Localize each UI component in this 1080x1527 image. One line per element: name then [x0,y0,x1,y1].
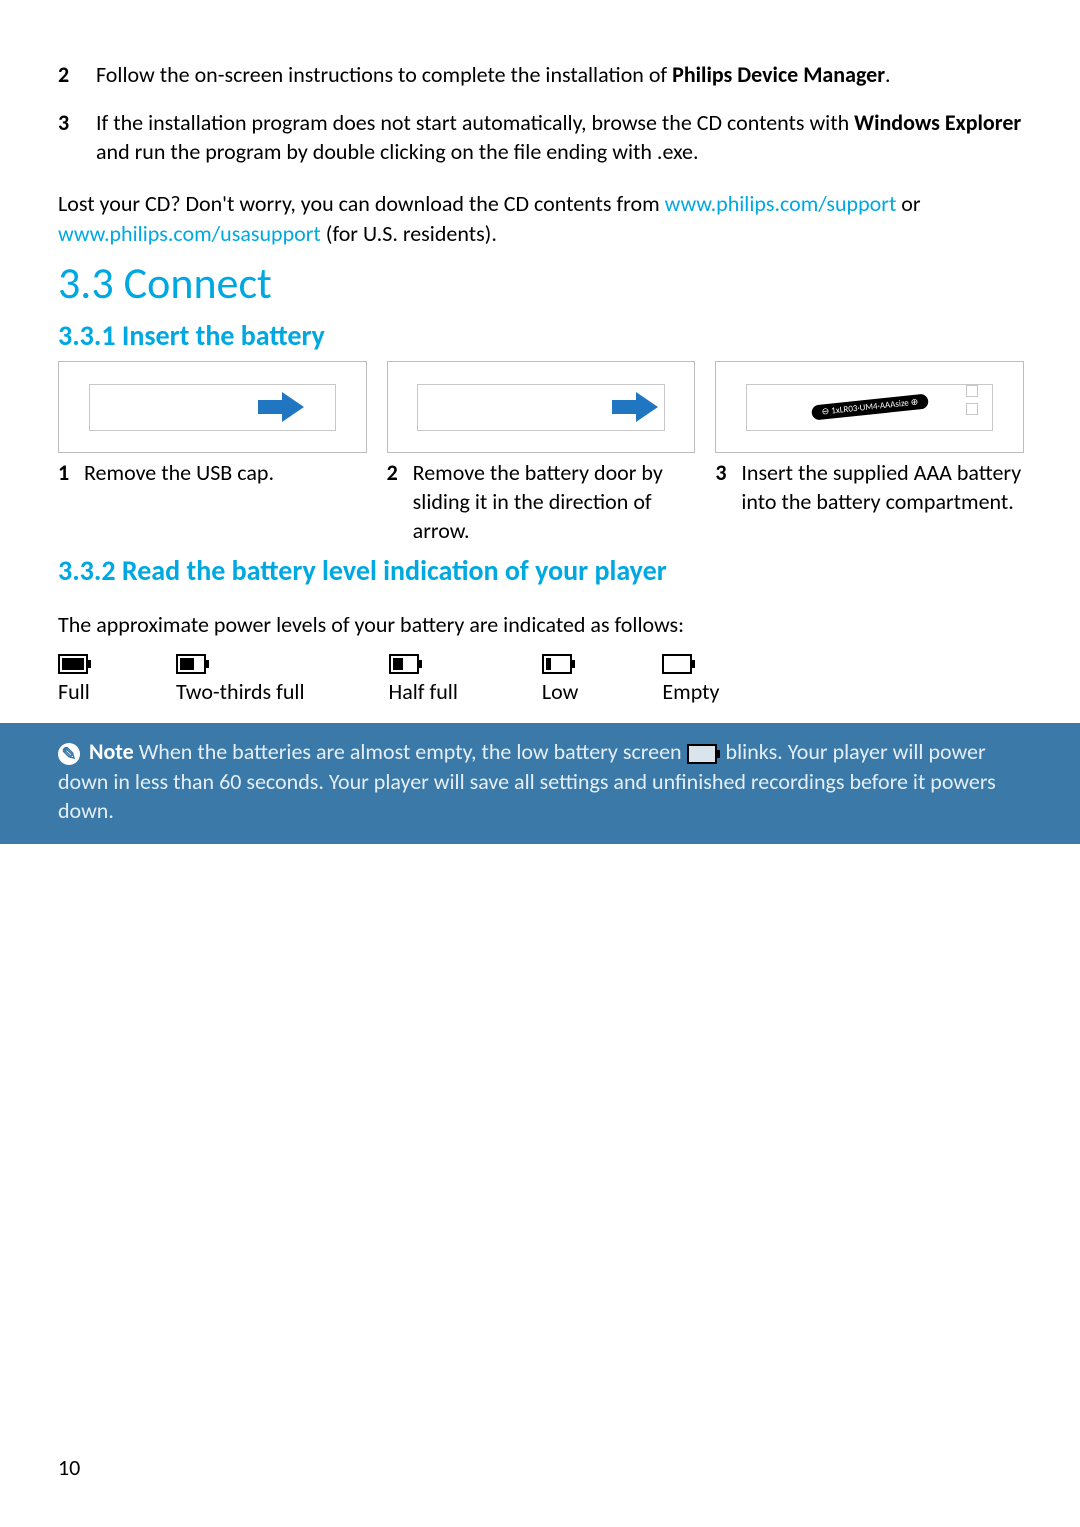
caption-text: Remove the USB cap. [84,459,274,488]
caption-text: Insert the supplied AAA battery into the… [741,459,1022,516]
note-label: Note [89,738,134,765]
battery-two-thirds-icon [176,654,210,674]
text-bold: Windows Explorer [854,109,1021,136]
step-text: If the installation program does not sta… [96,108,1022,167]
step-number: 2 [58,60,78,90]
levels-intro: The approximate power levels of your bat… [58,610,1022,640]
figure-caption-3: 3 Insert the supplied AAA battery into t… [715,459,1022,516]
battery-empty-icon [662,654,696,674]
text-segment: and run the program by double clicking o… [96,138,699,165]
level-full: Full [58,654,92,705]
subsection-insert-battery: 3.3.1 Insert the battery [58,318,1022,353]
note-box: ✎ Note When the batteries are almost emp… [0,723,1080,844]
arrow-right-icon [258,392,304,422]
figure-battery-door [387,361,696,453]
install-step-3: 3 If the installation program does not s… [58,108,1022,167]
battery-full-icon [58,654,92,674]
level-label: Empty [662,678,719,705]
subsection-battery-level: 3.3.2 Read the battery level indication … [58,553,1022,588]
level-label: Two-thirds full [176,678,305,705]
step-text: Follow the on-screen instructions to com… [96,60,891,90]
level-label: Half full [389,678,458,705]
text-segment: Lost your CD? Don't worry, you can downl… [58,190,665,217]
figure-row: 1 Remove the USB cap. 2 Remove the batte… [58,361,1022,545]
figure-cell-1: 1 Remove the USB cap. [58,361,365,488]
text-segment: Follow the on-screen instructions to com… [96,61,672,88]
note-text-pre: When the batteries are almost empty, the… [134,738,687,765]
support-link-2[interactable]: www.philips.com/usasupport [58,220,321,247]
caption-number: 2 [387,459,401,545]
text-segment: If the installation program does not sta… [96,109,854,136]
battery-half-icon [389,654,423,674]
text-segment: or [896,190,920,217]
text-segment: (for U.S. residents). [321,220,497,247]
text-bold: Philips Device Manager [672,61,885,88]
battery-levels-row: Full Two-thirds full Half full [58,654,1022,705]
install-step-2: 2 Follow the on-screen instructions to c… [58,60,1022,90]
step-number: 3 [58,108,78,167]
battery-label: ⊖ 1xLR03·UM4·AAAsize ⊕ [811,394,929,421]
battery-blink-icon [687,744,721,764]
polarity-icons [966,385,978,415]
caption-number: 1 [58,459,72,488]
caption-text: Remove the battery door by sliding it in… [413,459,694,545]
level-low: Low [542,654,579,705]
level-label: Low [542,678,579,705]
figure-cell-2: 2 Remove the battery door by sliding it … [387,361,694,545]
level-half: Half full [389,654,458,705]
support-link-1[interactable]: www.philips.com/support [665,190,897,217]
level-label: Full [58,678,92,705]
lost-cd-paragraph: Lost your CD? Don't worry, you can downl… [58,189,1022,248]
figure-cell-3: ⊖ 1xLR03·UM4·AAAsize ⊕ 3 Insert the supp… [715,361,1022,516]
section-heading-connect: 3.3 Connect [58,256,1022,310]
figure-usb-cap [58,361,367,453]
note-icon: ✎ [58,743,80,765]
figure-caption-1: 1 Remove the USB cap. [58,459,365,488]
level-two-thirds: Two-thirds full [176,654,305,705]
figure-caption-2: 2 Remove the battery door by sliding it … [387,459,694,545]
page-number: 10 [58,1454,80,1481]
text-segment: . [885,61,891,88]
figure-insert-battery: ⊖ 1xLR03·UM4·AAAsize ⊕ [715,361,1024,453]
caption-number: 3 [715,459,729,516]
arrow-right-icon [612,392,658,422]
battery-low-icon [542,654,576,674]
level-empty: Empty [662,654,719,705]
battery-label-text: 1xLR03·UM4·AAAsize [830,398,909,417]
